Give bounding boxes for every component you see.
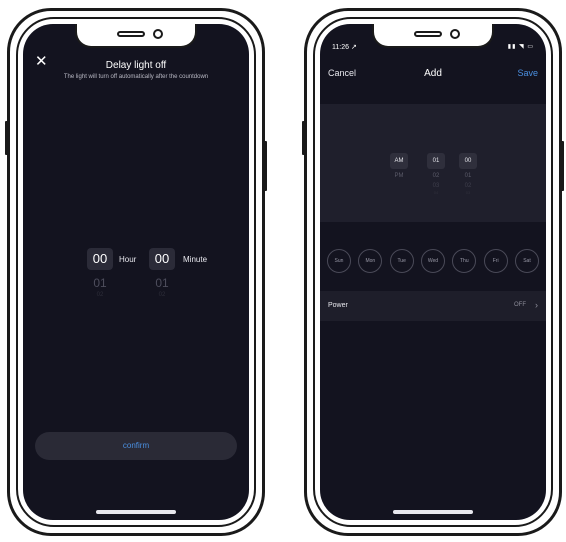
save-button[interactable]: Save — [517, 68, 538, 78]
hour-picker-option[interactable]: 02 — [87, 292, 113, 298]
page-subtitle: The light will turn off automatically af… — [63, 74, 209, 80]
minute-picker[interactable]: 00 01 02 03 — [459, 153, 477, 195]
speaker — [117, 31, 145, 37]
repeat-days: Sun Mon Tue Wed Thu Fri Sat — [327, 249, 539, 273]
add-schedule-screen: 11:26 ↗ ▮▮ ◥ ▭ Cancel Add Save AM PM 01 … — [320, 24, 546, 520]
minute-picker-option[interactable]: 01 — [149, 276, 175, 290]
day-toggle-wed[interactable]: Wed — [420, 249, 445, 273]
day-toggle-sat[interactable]: Sat — [514, 249, 539, 273]
minute-picker-selected[interactable]: 00 — [149, 248, 175, 270]
minute-picker-option[interactable]: 02 — [459, 183, 477, 189]
minute-label: Minute — [183, 255, 208, 264]
day-toggle-sun[interactable]: Sun — [327, 249, 351, 273]
minute-picker-option[interactable]: 03 — [459, 190, 477, 195]
status-icons: ▮▮ ◥ ▭ — [507, 44, 534, 50]
minute-picker[interactable]: 00 01 02 — [149, 248, 175, 298]
minute-picker-option[interactable]: 01 — [459, 173, 477, 179]
hour-picker-selected[interactable]: 01 — [427, 153, 445, 169]
hour-label: Hour — [119, 255, 137, 264]
status-time: 11:26 ↗ — [332, 44, 357, 51]
power-value: OFF — [514, 302, 526, 308]
hour-picker-option[interactable]: 01 — [87, 276, 113, 290]
minute-picker-option[interactable]: 02 — [149, 292, 175, 298]
delay-light-off-screen: ✕ Delay light off The light will turn of… — [23, 24, 249, 520]
page-title: Delay light off — [105, 60, 167, 71]
hour-picker-option[interactable]: 04 — [427, 190, 445, 195]
day-toggle-thu[interactable]: Thu — [452, 249, 477, 273]
time-picker-panel[interactable]: AM PM 01 02 03 04 00 01 02 03 — [320, 104, 546, 222]
hour-picker-option[interactable]: 03 — [427, 183, 445, 189]
period-picker[interactable]: AM PM — [390, 153, 408, 179]
notch — [75, 24, 197, 48]
minute-picker-selected[interactable]: 00 — [459, 153, 477, 169]
hour-picker[interactable]: 01 02 03 04 — [427, 153, 445, 195]
period-picker-option[interactable]: PM — [390, 173, 408, 179]
power-side-button — [264, 141, 267, 191]
volume-button — [5, 121, 8, 155]
hour-picker[interactable]: 00 01 02 — [87, 248, 113, 298]
notch — [372, 24, 494, 48]
day-toggle-tue[interactable]: Tue — [389, 249, 414, 273]
power-side-button — [561, 141, 564, 191]
home-indicator — [393, 510, 473, 514]
day-toggle-fri[interactable]: Fri — [483, 249, 508, 273]
period-picker-selected[interactable]: AM — [390, 153, 408, 169]
phone-frame-left: ✕ Delay light off The light will turn of… — [5, 8, 267, 536]
confirm-button[interactable]: confirm — [35, 432, 237, 460]
hour-picker-selected[interactable]: 00 — [87, 248, 113, 270]
hour-picker-option[interactable]: 02 — [427, 173, 445, 179]
camera — [450, 29, 460, 39]
page-title: Add — [424, 68, 442, 79]
power-setting-row[interactable]: Power OFF › — [320, 291, 546, 321]
camera — [153, 29, 163, 39]
power-label: Power — [328, 302, 348, 309]
volume-button — [302, 121, 305, 155]
day-toggle-mon[interactable]: Mon — [358, 249, 383, 273]
home-indicator — [96, 510, 176, 514]
chevron-right-icon: › — [535, 300, 538, 310]
phone-frame-right: 11:26 ↗ ▮▮ ◥ ▭ Cancel Add Save AM PM 01 … — [302, 8, 564, 536]
speaker — [414, 31, 442, 37]
